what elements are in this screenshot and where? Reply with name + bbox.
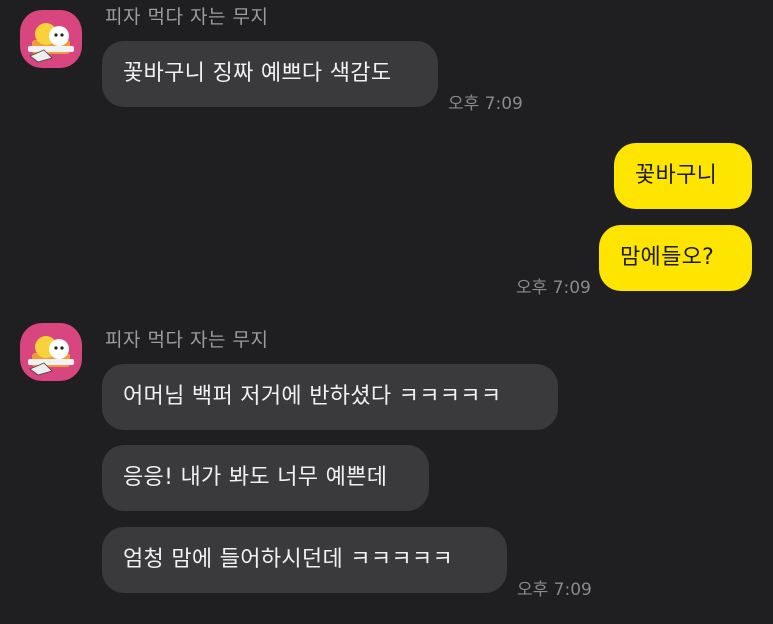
my-message-bubble[interactable]: 꽃바구니 — [614, 143, 752, 209]
message-time: 오후 7:09 — [516, 278, 591, 298]
message-bubble[interactable]: 꽃바구니 징짜 예쁘다 색감도 — [102, 41, 438, 107]
message-bubble[interactable]: 응응! 내가 봐도 너무 예쁜데 — [102, 445, 429, 511]
message-bubble[interactable]: 어머님 백퍼 저거에 반하셨다 ㅋㅋㅋㅋㅋ — [102, 364, 558, 430]
chat-room: 피자 먹다 자는 무지 꽃바구니 징짜 예쁘다 색감도 오후 7:09 꽃바구니… — [0, 0, 773, 624]
message-time: 오후 7:09 — [517, 580, 592, 600]
muzi-avatar-icon[interactable] — [20, 10, 82, 68]
message-time: 오후 7:09 — [448, 94, 523, 114]
sender-name: 피자 먹다 자는 무지 — [105, 6, 269, 28]
muzi-avatar-icon[interactable] — [20, 323, 82, 381]
sender-name: 피자 먹다 자는 무지 — [105, 329, 269, 351]
my-message-bubble[interactable]: 맘에들오? — [599, 225, 752, 291]
message-bubble[interactable]: 엄청 맘에 들어하시던데 ㅋㅋㅋㅋㅋ — [102, 527, 507, 593]
